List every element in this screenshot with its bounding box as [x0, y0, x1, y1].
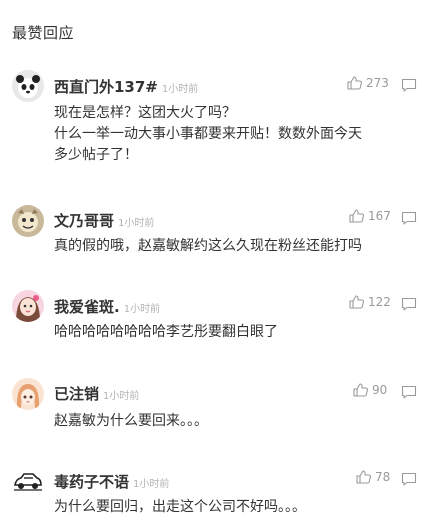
section-title: 最赞回应 [12, 24, 75, 42]
comment-line: 赵嘉敏为什么要回来。。。 [54, 413, 208, 429]
comment-line: 多少帖子了！ [54, 147, 138, 163]
comment-text: 真的假的哦，赵嘉敏解约这么久现在粉丝还能打吗 [54, 236, 362, 257]
like-button[interactable]: 167 [349, 209, 391, 223]
like-count: 273 [366, 76, 389, 90]
comment-line: 哈哈哈哈哈哈哈哈李艺彤要翻白眼了 [54, 324, 278, 340]
username-text[interactable]: 西直门外137# [54, 78, 158, 96]
comment-icon [401, 211, 417, 225]
comment-text: 哈哈哈哈哈哈哈哈李艺彤要翻白眼了 [54, 322, 278, 343]
timestamp: 1小时前 [161, 84, 199, 95]
comment-text: 现在是怎样？这团大火了吗？ 什么一举一动大事小事都要来开贴！数数外面今天 多少帖… [54, 103, 362, 166]
like-count: 167 [368, 209, 391, 223]
username-text[interactable]: 我爱雀斑. [54, 298, 120, 316]
username[interactable]: 我爱雀斑. 1小时前 [54, 296, 160, 317]
reply-button[interactable] [401, 210, 417, 225]
reply-button[interactable] [401, 296, 417, 311]
thumbs-up-icon [347, 76, 362, 90]
username[interactable]: 毒药子不语 1小时前 [54, 471, 169, 492]
username-text[interactable]: 已注销 [54, 385, 99, 403]
thumbs-up-icon [356, 470, 371, 484]
comment-line: 为什么要回归，出走这个公司不好吗。。。 [54, 499, 306, 515]
reply-button[interactable] [401, 384, 417, 399]
timestamp: 1小时前 [123, 304, 161, 315]
like-button[interactable]: 78 [356, 470, 390, 484]
reply-button[interactable] [401, 77, 417, 92]
thumbs-up-icon [349, 209, 364, 223]
thumbs-up-icon [353, 383, 368, 397]
like-count: 90 [372, 383, 388, 397]
username[interactable]: 文乃哥哥 1小时前 [54, 210, 154, 231]
like-count: 78 [375, 470, 391, 484]
like-count: 122 [368, 295, 391, 309]
like-button[interactable]: 90 [353, 383, 387, 397]
panda-avatar-icon[interactable] [12, 70, 44, 102]
comment-line: 现在是怎样？这团大火了吗？ [54, 105, 236, 121]
like-button[interactable]: 122 [349, 295, 391, 309]
reply-button[interactable] [401, 471, 417, 486]
comment-icon [401, 78, 417, 92]
comment-text: 为什么要回归，出走这个公司不好吗。。。 [54, 497, 306, 518]
thumbs-up-icon [349, 295, 364, 309]
comment-line: 什么一举一动大事小事都要来开贴！数数外面今天 [54, 126, 362, 142]
like-button[interactable]: 273 [347, 76, 389, 90]
timestamp: 1小时前 [118, 218, 155, 229]
comment-icon [401, 472, 417, 486]
timestamp: 1小时前 [133, 479, 170, 490]
comment-icon [401, 297, 417, 311]
username-text[interactable]: 毒药子不语 [54, 473, 129, 491]
cartoon-avatar-icon[interactable] [12, 205, 44, 237]
comment-line: 真的假的哦，赵嘉敏解约这么久现在粉丝还能打吗 [54, 238, 362, 254]
username[interactable]: 已注销 1小时前 [54, 383, 139, 404]
comment-icon [401, 385, 417, 399]
comment-text: 赵嘉敏为什么要回来。。。 [54, 411, 208, 432]
username-text[interactable]: 文乃哥哥 [54, 212, 114, 230]
car-avatar-icon[interactable] [12, 465, 44, 497]
anime-avatar-icon[interactable] [12, 378, 44, 410]
username[interactable]: 西直门外137# 1小时前 [54, 76, 198, 97]
timestamp: 1小时前 [103, 391, 140, 402]
girl-avatar-icon[interactable] [12, 290, 44, 322]
